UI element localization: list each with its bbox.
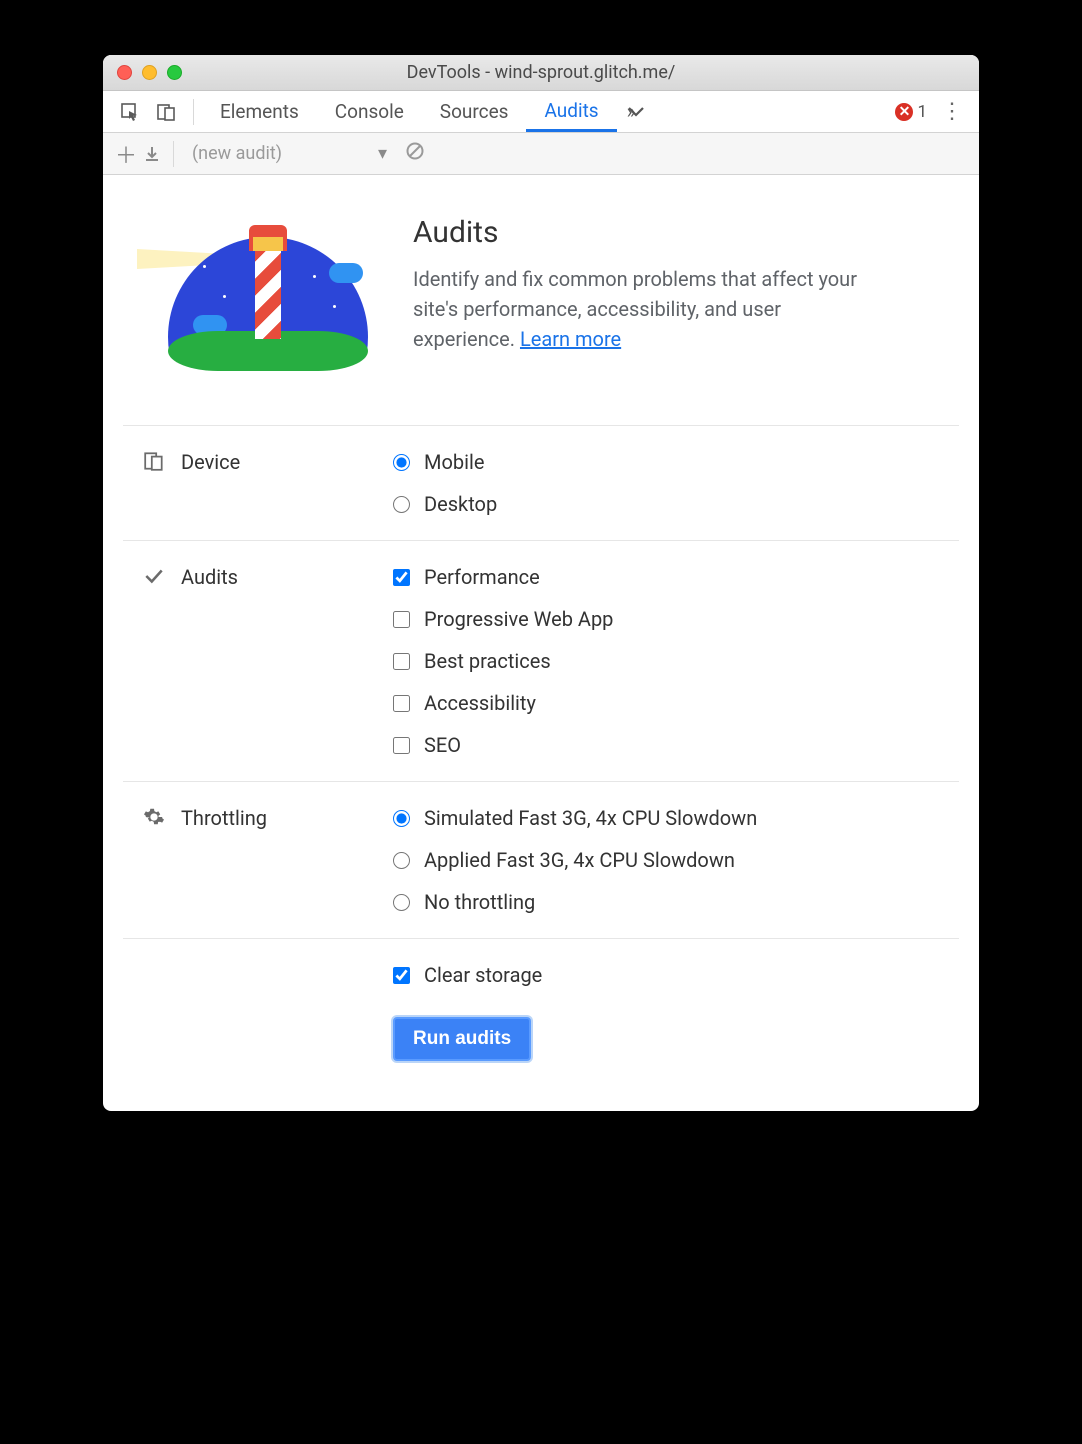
run-audits-button[interactable]: Run audits: [393, 1017, 531, 1061]
chevron-down-icon: ▾: [378, 143, 387, 164]
tab-audits[interactable]: Audits: [526, 91, 616, 132]
clear-storage-label: Clear storage: [424, 963, 542, 987]
device-label: Device: [181, 450, 240, 474]
tab-console[interactable]: Console: [317, 91, 422, 132]
throttling-label: Throttling: [181, 806, 267, 830]
device-toggle-icon[interactable]: [153, 99, 179, 125]
titlebar: DevTools - wind-sprout.glitch.me/: [103, 55, 979, 91]
devtools-tabs: Elements Console Sources Audits » ✕ 1 ⋮: [103, 91, 979, 133]
audit-option-best-practices[interactable]: Best practices: [393, 649, 613, 673]
tab-elements[interactable]: Elements: [202, 91, 317, 132]
audit-select[interactable]: (new audit) ▾: [192, 143, 387, 164]
window-title: DevTools - wind-sprout.glitch.me/: [103, 62, 979, 83]
checkbox-accessibility[interactable]: [393, 695, 410, 712]
lighthouse-illustration: [143, 215, 373, 395]
audit-accessibility-label: Accessibility: [424, 691, 536, 715]
check-icon: [143, 565, 165, 587]
audit-best-practices-label: Best practices: [424, 649, 551, 673]
section-storage: Clear storage: [123, 939, 959, 997]
radio-no-throttling[interactable]: [393, 894, 410, 911]
window-controls: [103, 65, 182, 80]
intro-paragraph: Identify and fix common problems that af…: [413, 264, 863, 354]
radio-applied[interactable]: [393, 852, 410, 869]
error-indicator[interactable]: ✕ 1: [895, 102, 927, 122]
more-menu-icon[interactable]: ⋮: [941, 99, 963, 124]
throttling-option-simulated[interactable]: Simulated Fast 3G, 4x CPU Slowdown: [393, 806, 757, 830]
device-icon: [143, 450, 165, 472]
error-icon: ✕: [895, 103, 913, 121]
tab-overflow[interactable]: »: [617, 91, 646, 132]
close-window-button[interactable]: [117, 65, 132, 80]
learn-more-link[interactable]: Learn more: [520, 327, 621, 351]
device-option-mobile[interactable]: Mobile: [393, 450, 497, 474]
audits-label: Audits: [181, 565, 238, 589]
audit-option-seo[interactable]: SEO: [393, 733, 613, 757]
clear-storage-option[interactable]: Clear storage: [393, 963, 542, 987]
checkbox-best-practices[interactable]: [393, 653, 410, 670]
inspect-icon[interactable]: [117, 99, 143, 125]
audit-select-label: (new audit): [192, 143, 282, 164]
checkbox-clear-storage[interactable]: [393, 967, 410, 984]
page-title: Audits: [413, 215, 863, 250]
run-row: Run audits: [123, 997, 959, 1071]
minimize-window-button[interactable]: [142, 65, 157, 80]
devtools-window: DevTools - wind-sprout.glitch.me/ Elemen…: [103, 55, 979, 1111]
audit-option-performance[interactable]: Performance: [393, 565, 613, 589]
audit-seo-label: SEO: [424, 733, 461, 757]
error-count: 1: [917, 102, 927, 122]
section-throttling: Throttling Simulated Fast 3G, 4x CPU Slo…: [123, 782, 959, 939]
checkbox-performance[interactable]: [393, 569, 410, 586]
audit-pwa-label: Progressive Web App: [424, 607, 613, 631]
throttling-none-label: No throttling: [424, 890, 535, 914]
device-mobile-label: Mobile: [424, 450, 484, 474]
throttling-option-none[interactable]: No throttling: [393, 890, 757, 914]
clear-icon[interactable]: [405, 141, 425, 166]
throttling-applied-label: Applied Fast 3G, 4x CPU Slowdown: [424, 848, 735, 872]
section-device: Device Mobile Desktop: [123, 426, 959, 541]
checkbox-seo[interactable]: [393, 737, 410, 754]
audit-performance-label: Performance: [424, 565, 540, 589]
radio-desktop[interactable]: [393, 496, 410, 513]
download-icon[interactable]: [139, 141, 165, 167]
radio-simulated[interactable]: [393, 810, 410, 827]
add-icon[interactable]: ＋: [113, 141, 139, 167]
throttling-option-applied[interactable]: Applied Fast 3G, 4x CPU Slowdown: [393, 848, 757, 872]
throttling-simulated-label: Simulated Fast 3G, 4x CPU Slowdown: [424, 806, 757, 830]
audit-option-accessibility[interactable]: Accessibility: [393, 691, 613, 715]
device-option-desktop[interactable]: Desktop: [393, 492, 497, 516]
intro: Audits Identify and fix common problems …: [123, 205, 959, 425]
gear-icon: [143, 806, 165, 828]
intro-body: Identify and fix common problems that af…: [413, 267, 857, 351]
audits-panel: Audits Identify and fix common problems …: [103, 175, 979, 1111]
tab-sources[interactable]: Sources: [422, 91, 527, 132]
radio-mobile[interactable]: [393, 454, 410, 471]
checkbox-pwa[interactable]: [393, 611, 410, 628]
audit-toolbar: ＋ (new audit) ▾: [103, 133, 979, 175]
device-desktop-label: Desktop: [424, 492, 497, 516]
section-audits: Audits Performance Progressive Web App B…: [123, 541, 959, 782]
zoom-window-button[interactable]: [167, 65, 182, 80]
audit-option-pwa[interactable]: Progressive Web App: [393, 607, 613, 631]
